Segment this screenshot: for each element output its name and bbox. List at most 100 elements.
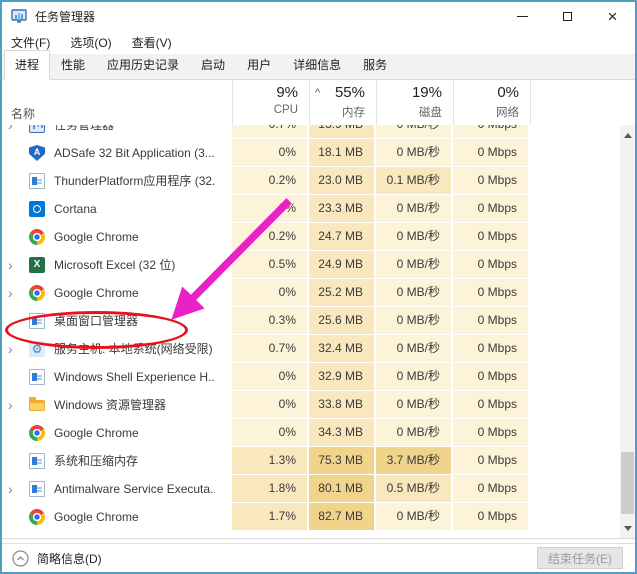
disk-value: 0 MB/秒 (376, 139, 453, 167)
tab-6[interactable]: 服务 (352, 50, 398, 80)
cpu-value: 0.2% (232, 223, 309, 251)
process-row[interactable]: Google Chrome 0.2% 24.7 MB 0 MB/秒 0 Mbps (2, 223, 635, 251)
end-task-button[interactable]: 结束任务(E) (537, 547, 623, 569)
network-value: 0 Mbps (453, 167, 530, 195)
process-row[interactable]: Google Chrome 0% 34.3 MB 0 MB/秒 0 Mbps (2, 419, 635, 447)
cpu-column-header[interactable]: 9% CPU (232, 80, 309, 125)
cpu-value: 0% (232, 279, 309, 307)
cpu-value: 0.5% (232, 251, 309, 279)
cpu-value: 0% (232, 139, 309, 167)
menu-item-1[interactable]: 选项(O) (70, 34, 111, 51)
process-row[interactable]: Windows Shell Experience H... 0% 32.9 MB… (2, 363, 635, 391)
network-value: 0 Mbps (453, 335, 530, 363)
maximize-button[interactable] (545, 2, 590, 30)
disk-value: 0 MB/秒 (376, 307, 453, 335)
process-row[interactable]: Windows 资源管理器 0% 33.8 MB 0 MB/秒 0 Mbps (2, 391, 635, 419)
task-manager-app-icon (11, 8, 27, 24)
process-name: Google Chrome (54, 279, 215, 307)
expand-chevron-icon[interactable] (8, 251, 20, 279)
process-name: 服务主机: 本地系统(网络受限) (... (54, 335, 215, 363)
menu-item-2[interactable]: 查看(V) (132, 34, 172, 51)
tab-5[interactable]: 详细信息 (282, 50, 352, 80)
disk-value: 0 MB/秒 (376, 363, 453, 391)
vertical-scrollbar[interactable] (620, 125, 635, 538)
fewer-details-toggle[interactable]: 简略信息(D) (12, 550, 102, 567)
chrome-icon (29, 229, 45, 245)
excel-icon (29, 257, 45, 273)
network-value: 0 Mbps (453, 363, 530, 391)
process-list: 任务管理器 0.7% 13.9 MB 0 MB/秒 0 Mbps ADSafe … (2, 125, 635, 539)
chrome-icon (29, 285, 45, 301)
collapse-circle-icon (12, 550, 29, 567)
scrollbar-thumb[interactable] (621, 452, 634, 514)
expand-chevron-icon[interactable] (8, 335, 20, 363)
process-row[interactable]: Antimalware Service Executa... 1.8% 80.1… (2, 475, 635, 503)
footer-bar: 简略信息(D) 结束任务(E) (2, 543, 635, 572)
disk-value: 3.7 MB/秒 (376, 447, 453, 475)
expand-chevron-icon[interactable] (8, 279, 20, 307)
tab-3[interactable]: 启动 (190, 50, 236, 80)
close-button[interactable] (590, 2, 635, 30)
process-name: ADSafe 32 Bit Application (3... (54, 139, 215, 167)
memory-value: 23.3 MB (309, 195, 376, 223)
app-window-icon (29, 173, 45, 189)
cpu-column-label: CPU (233, 104, 309, 116)
app-window-icon (29, 481, 45, 497)
expand-chevron-icon[interactable] (8, 125, 20, 139)
disk-value: 0.1 MB/秒 (376, 167, 453, 195)
process-name: Cortana (54, 195, 215, 223)
tab-2[interactable]: 应用历史记录 (96, 50, 190, 80)
memory-column-header[interactable]: ^ 55% 内存 (309, 80, 376, 125)
process-row[interactable]: 系统和压缩内存 1.3% 75.3 MB 3.7 MB/秒 0 Mbps (2, 447, 635, 475)
process-row[interactable]: ADSafe 32 Bit Application (3... 0% 18.1 … (2, 139, 635, 167)
title-bar: 任务管理器 (2, 2, 635, 30)
chrome-icon (29, 509, 45, 525)
triangle-up-icon (624, 133, 632, 138)
process-row[interactable]: 任务管理器 0.7% 13.9 MB 0 MB/秒 0 Mbps (2, 125, 635, 139)
process-row[interactable]: 服务主机: 本地系统(网络受限) (... 0.7% 32.4 MB 0 MB/… (2, 335, 635, 363)
cpu-value: 0% (232, 391, 309, 419)
network-value: 0 Mbps (453, 195, 530, 223)
memory-value: 24.9 MB (309, 251, 376, 279)
network-value: 0 Mbps (453, 419, 530, 447)
window-title: 任务管理器 (35, 8, 95, 25)
scroll-down-button[interactable] (620, 520, 635, 536)
process-name: Windows 资源管理器 (54, 391, 215, 419)
menu-item-0[interactable]: 文件(F) (11, 34, 50, 51)
memory-value: 13.9 MB (309, 125, 376, 139)
network-total-percent: 0% (454, 84, 530, 101)
process-name: Microsoft Excel (32 位) (54, 251, 215, 279)
expand-chevron-icon[interactable] (8, 475, 20, 503)
sort-caret-icon: ^ (315, 87, 320, 99)
process-row[interactable]: ThunderPlatform应用程序 (32... 0.2% 23.0 MB … (2, 167, 635, 195)
process-row[interactable]: 桌面窗口管理器 0.3% 25.6 MB 0 MB/秒 0 Mbps (2, 307, 635, 335)
memory-value: 32.9 MB (309, 363, 376, 391)
minimize-button[interactable] (500, 2, 545, 30)
window-controls (500, 2, 635, 30)
expand-chevron-icon[interactable] (8, 391, 20, 419)
process-row[interactable]: Cortana 0% 23.3 MB 0 MB/秒 0 Mbps (2, 195, 635, 223)
scroll-up-button[interactable] (620, 127, 635, 143)
process-name: ThunderPlatform应用程序 (32... (54, 167, 215, 195)
process-row[interactable]: Google Chrome 0% 25.2 MB 0 MB/秒 0 Mbps (2, 279, 635, 307)
memory-value: 25.6 MB (309, 307, 376, 335)
name-column-header[interactable]: 名称 (11, 105, 35, 122)
cpu-value: 0% (232, 363, 309, 391)
network-value: 0 Mbps (453, 223, 530, 251)
disk-value: 0 MB/秒 (376, 223, 453, 251)
tab-4[interactable]: 用户 (236, 50, 282, 80)
fewer-details-label: 简略信息(D) (37, 550, 102, 567)
process-row[interactable]: Google Chrome 1.7% 82.7 MB 0 MB/秒 0 Mbps (2, 503, 635, 531)
network-value: 0 Mbps (453, 391, 530, 419)
process-row[interactable]: Microsoft Excel (32 位) 0.5% 24.9 MB 0 MB… (2, 251, 635, 279)
network-value: 0 Mbps (453, 139, 530, 167)
memory-value: 34.3 MB (309, 419, 376, 447)
cpu-value: 0.7% (232, 335, 309, 363)
network-value: 0 Mbps (453, 125, 530, 139)
tab-0[interactable]: 进程 (4, 50, 50, 80)
network-column-header[interactable]: 0% 网络 (453, 80, 530, 125)
tab-1[interactable]: 性能 (50, 50, 96, 80)
disk-column-header[interactable]: 19% 磁盘 (376, 80, 453, 125)
memory-value: 33.8 MB (309, 391, 376, 419)
header-end-separator (530, 80, 531, 125)
